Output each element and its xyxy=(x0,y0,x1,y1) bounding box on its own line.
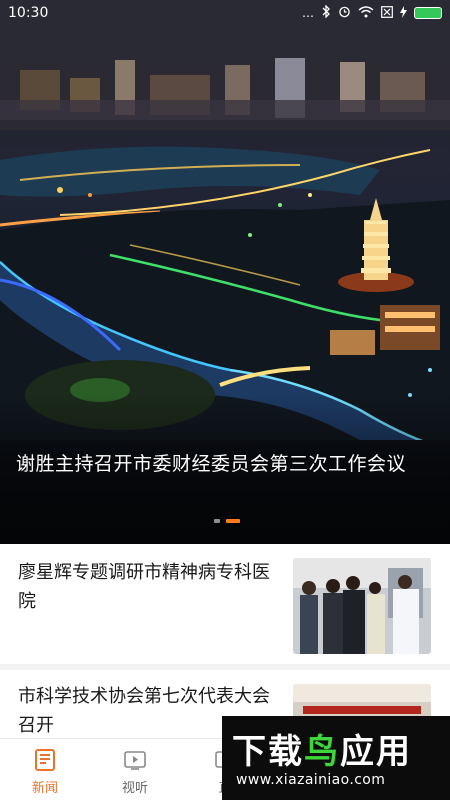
wifi-icon xyxy=(358,5,374,21)
charging-icon xyxy=(400,5,407,21)
tab-video-label: 视听 xyxy=(121,781,148,796)
battery-icon xyxy=(414,7,442,19)
tab-video[interactable]: 视听 xyxy=(90,739,180,800)
bluetooth-icon xyxy=(321,4,331,21)
watermark-brand: 下载鸟应用 xyxy=(232,724,412,773)
news-title: 廖星辉专题调研市精神病专科医院 xyxy=(18,562,270,612)
tab-news-label: 新闻 xyxy=(31,781,58,796)
video-icon xyxy=(123,748,147,772)
watermark: 下载鸟应用 www.xiazainiao.com xyxy=(222,716,450,800)
watermark-brand-mid: 鸟 xyxy=(304,732,340,772)
tab-news[interactable]: 新闻 xyxy=(0,739,90,800)
carousel-dot-active xyxy=(226,519,240,523)
list-item[interactable]: 廖星辉专题调研市精神病专科医院 xyxy=(0,544,450,664)
watermark-url: www.xiazainiao.com xyxy=(236,772,386,788)
carousel-dot xyxy=(214,519,220,523)
watermark-brand-left: 下载 xyxy=(232,732,304,772)
news-icon xyxy=(33,748,57,772)
watermark-brand-right: 应用 xyxy=(340,732,412,772)
news-thumbnail xyxy=(293,558,431,654)
alarm-icon xyxy=(338,5,351,21)
carousel-indicator xyxy=(214,519,240,523)
status-time: 10:30 xyxy=(8,5,49,21)
hero-title[interactable]: 谢胜主持召开市委财经委员会第三次工作会议 xyxy=(16,450,434,479)
hero-banner[interactable]: 谢胜主持召开市委财经委员会第三次工作会议 xyxy=(0,0,450,544)
status-bar: 10:30 … xyxy=(0,0,450,26)
more-dots-icon: … xyxy=(302,6,314,20)
sim-icon xyxy=(381,5,393,21)
